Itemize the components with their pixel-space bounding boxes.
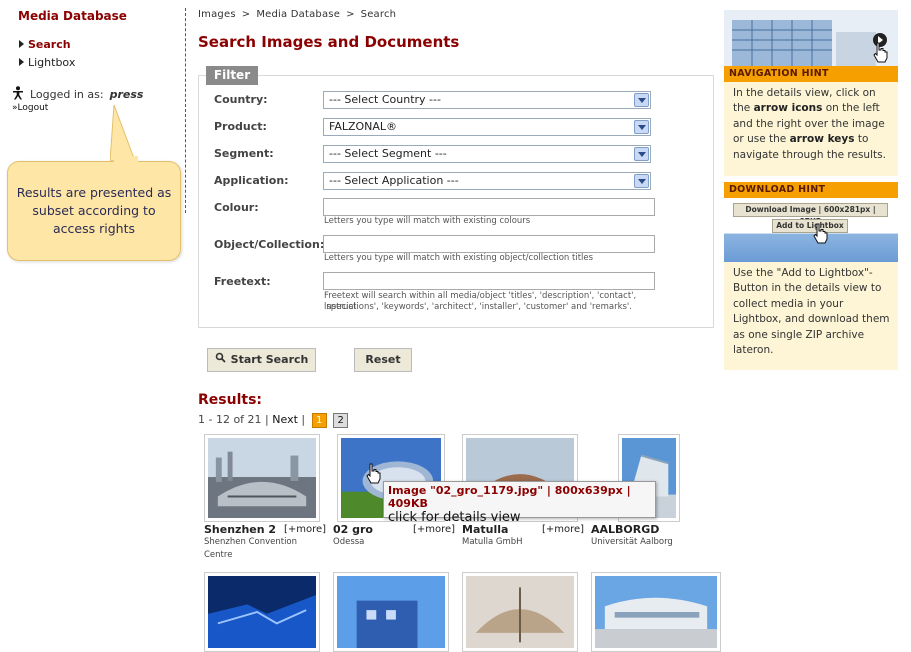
triangle-right-icon xyxy=(19,58,24,66)
object-input[interactable] xyxy=(323,235,655,253)
result-thumb-1[interactable] xyxy=(204,434,320,522)
blue-building-image xyxy=(208,576,316,648)
search-icon xyxy=(215,349,227,371)
object-label: Object/Collection: xyxy=(214,238,325,251)
freetext-input[interactable] xyxy=(323,272,655,290)
breadcrumb-media-database[interactable]: Media Database xyxy=(256,9,340,20)
thumbnail-tooltip: Image "02_gro_1179.jpg" | 800x639px | 40… xyxy=(383,481,656,525)
hand-cursor-icon xyxy=(366,463,381,484)
country-select[interactable]: --- Select Country --- xyxy=(323,91,651,109)
breadcrumb-search: Search xyxy=(360,9,397,20)
chevron-down-icon xyxy=(634,174,649,188)
application-select[interactable]: --- Select Application --- xyxy=(323,172,651,190)
app-title: Media Database xyxy=(18,9,127,23)
add-to-lightbox-button-sample: Add to Lightbox xyxy=(772,219,848,233)
navigation-hint-body: In the details view, click on the arrow … xyxy=(724,82,898,176)
country-label: Country: xyxy=(214,93,268,106)
result-more-3[interactable]: [+more] xyxy=(542,524,584,535)
download-image-button-sample: Download Image | 600x281px | 87KB xyxy=(733,203,888,226)
breadcrumb-images[interactable]: Images xyxy=(198,9,236,20)
navigation-hint-title: NAVIGATION HINT xyxy=(724,66,898,82)
callout-text: Results are presented as subset accordin… xyxy=(16,185,172,236)
callout-join xyxy=(114,156,138,164)
colour-hint: Letters you type will match with existin… xyxy=(324,216,531,226)
logout-link[interactable]: »Logout xyxy=(12,103,48,113)
tent-roof-image xyxy=(466,576,574,648)
results-title: Results: xyxy=(198,392,262,408)
download-hint-body: Use the "Add to Lightbox"-Button in the … xyxy=(724,262,898,370)
filter-tab: Filter xyxy=(206,66,258,85)
shenzhen-image xyxy=(208,438,316,518)
cube-building-image xyxy=(337,576,445,648)
result-more-1[interactable]: [+more] xyxy=(284,524,326,535)
product-select[interactable]: FALZONAL® xyxy=(323,118,651,136)
colour-input[interactable] xyxy=(323,198,655,216)
chevron-down-icon xyxy=(634,93,649,107)
freetext-label: Freetext: xyxy=(214,275,271,288)
column-divider xyxy=(185,8,186,213)
hand-cursor-icon xyxy=(813,223,828,244)
login-status: Logged in as: press xyxy=(12,86,143,104)
triangle-right-icon xyxy=(19,40,24,48)
object-hint: Letters you type will match with existin… xyxy=(324,253,594,263)
sidebar-item-search[interactable]: Search xyxy=(19,38,169,51)
hand-cursor-icon xyxy=(873,42,888,63)
chevron-down-icon xyxy=(634,120,649,134)
result-title-2[interactable]: 02 gro xyxy=(333,523,373,536)
result-thumb-5[interactable] xyxy=(204,572,320,652)
start-search-button[interactable]: Start Search xyxy=(207,348,316,372)
user-icon xyxy=(12,86,26,104)
result-sub-3: Matulla GmbH xyxy=(462,537,523,547)
page-1-button[interactable]: 1 xyxy=(311,413,327,428)
colour-label: Colour: xyxy=(214,201,259,214)
result-sub-2: Odessa xyxy=(333,537,365,547)
result-sub-1: Shenzhen Convention Centre xyxy=(204,537,298,560)
chevron-down-icon xyxy=(634,147,649,161)
freetext-hint-2: instructions', 'keywords', 'architect', … xyxy=(324,302,632,312)
application-label: Application: xyxy=(214,174,289,187)
result-thumb-7[interactable] xyxy=(462,572,578,652)
result-sub-4: Universität Aalborg xyxy=(591,537,673,547)
page-2-button[interactable]: 2 xyxy=(333,413,349,428)
reset-button[interactable]: Reset xyxy=(354,348,412,372)
breadcrumb: Images > Media Database > Search xyxy=(198,9,397,20)
username: press xyxy=(109,88,144,101)
result-thumb-8[interactable] xyxy=(591,572,721,652)
download-hint-title: DOWNLOAD HINT xyxy=(724,182,898,198)
result-thumb-6[interactable] xyxy=(333,572,449,652)
segment-label: Segment: xyxy=(214,147,274,160)
result-more-2[interactable]: [+more] xyxy=(413,524,455,535)
next-page-link[interactable]: Next xyxy=(272,413,298,426)
segment-select[interactable]: --- Select Segment --- xyxy=(323,145,651,163)
sidebar-item-lightbox[interactable]: Lightbox xyxy=(19,56,169,69)
result-title-1[interactable]: Shenzhen 2 xyxy=(204,523,276,536)
product-label: Product: xyxy=(214,120,267,133)
page-title: Search Images and Documents xyxy=(198,33,460,51)
pager: 1 - 12 of 21 | Next | 1 2 xyxy=(198,413,349,428)
curved-building-image xyxy=(595,576,717,648)
